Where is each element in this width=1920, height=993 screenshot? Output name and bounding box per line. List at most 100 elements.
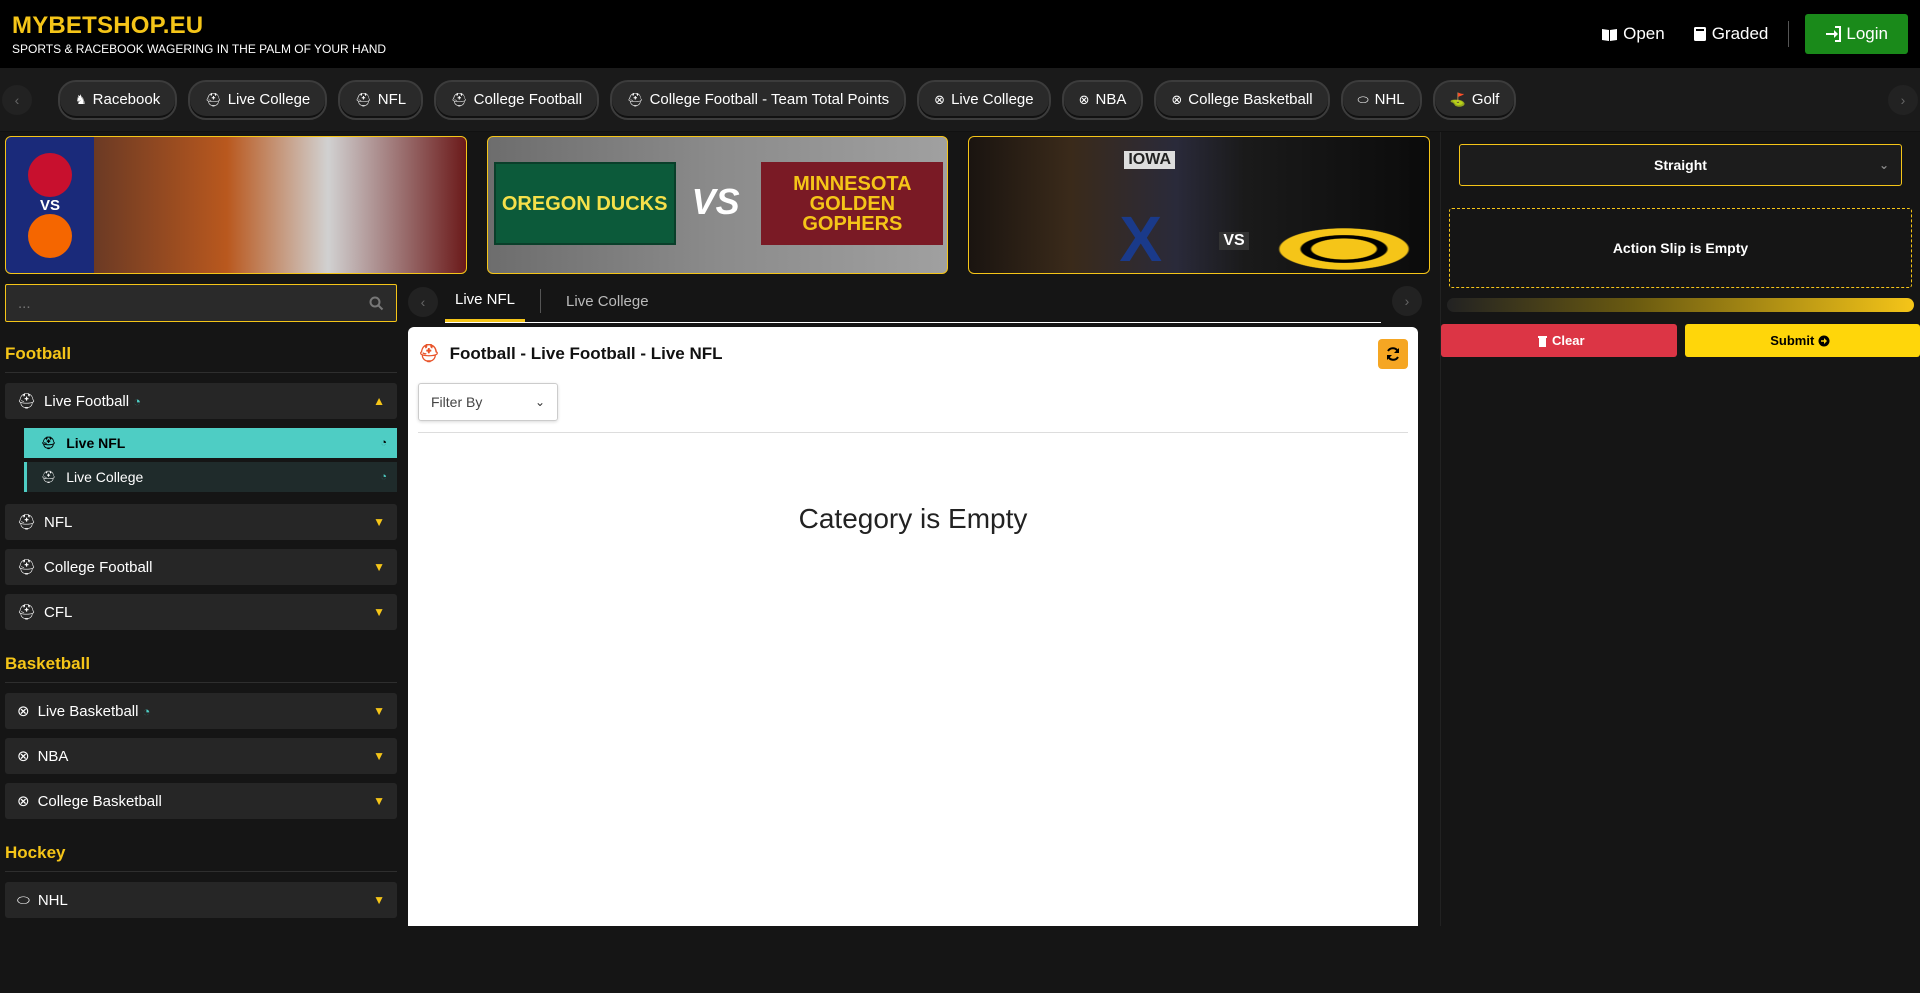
- sidebar-search: [5, 284, 397, 322]
- chevron-down-icon: ⌄: [1878, 158, 1889, 172]
- basketball-icon: ⊗: [17, 748, 30, 765]
- tabs-prev-button[interactable]: ‹: [408, 286, 438, 317]
- content-column: ‹ Live NFL Live College › ⛑ Football - L…: [403, 274, 1428, 993]
- sidebar-item-cfl[interactable]: ⛑ CFL ▼: [5, 594, 397, 630]
- chip-live-college-basketball[interactable]: ⊗ Live College: [917, 79, 1051, 120]
- chip-label: NFL: [377, 91, 407, 108]
- live-indicator-icon: ◔: [380, 437, 387, 449]
- chevron-up-icon: ▲: [373, 394, 385, 408]
- panel-title: Football - Live Football - Live NFL: [449, 344, 723, 363]
- clear-button[interactable]: Clear: [1441, 324, 1677, 357]
- sidebar-item-label: NFL: [44, 513, 73, 531]
- banner-vs-label: VS: [691, 181, 740, 222]
- sidebar-item-college-basketball[interactable]: ⊗ College Basketball ▼: [5, 783, 397, 819]
- tab-divider: [540, 289, 542, 313]
- xavier-logo: X: [1119, 203, 1163, 274]
- chip-college-football[interactable]: ⛑ College Football: [434, 79, 600, 120]
- empty-category-message: Category is Empty: [798, 503, 1028, 534]
- chevron-down-icon: ▼: [373, 515, 385, 529]
- sidebar-item-nhl[interactable]: ⬭ NHL ▼: [5, 882, 397, 918]
- football-helmet-icon: ⛑: [418, 344, 440, 363]
- chevron-down-icon: ⌄: [534, 395, 545, 409]
- search-icon[interactable]: [369, 296, 384, 311]
- golf-icon: ⛳: [1449, 91, 1466, 107]
- sidebar-section-basketball: Basketball: [5, 654, 397, 683]
- slip-progress-bar: [1447, 298, 1914, 312]
- basketball-icon: ⊗: [17, 793, 30, 810]
- banner-team-oregon: OREGON DUCKS: [493, 162, 676, 245]
- chevron-down-icon: ▼: [373, 560, 385, 574]
- login-label: Login: [1846, 24, 1888, 43]
- brand-subtitle: SPORTS & RACEBOOK WAGERING IN THE PALM O…: [12, 41, 387, 56]
- sidebar-section-hockey: Hockey: [5, 843, 397, 872]
- sidebar-item-label: College Football: [44, 558, 153, 576]
- sidebar-item-label: Live Basketball: [37, 702, 139, 720]
- basketball-icon: ⊗: [1171, 91, 1183, 107]
- tab-live-college[interactable]: Live College: [556, 280, 659, 322]
- chevron-down-icon: ▼: [373, 704, 385, 718]
- sports-nav-next-button[interactable]: ›: [1888, 85, 1918, 115]
- promo-banner-xavier-iowa[interactable]: IOWA X VS: [968, 136, 1431, 274]
- chip-label: College Football - Team Total Points: [649, 91, 890, 108]
- submit-button[interactable]: Submit: [1684, 324, 1920, 357]
- main-area: VS OREGON DUCKS VS MINNESOTA GOLDEN GOPH…: [0, 132, 1920, 993]
- filter-by-label: Filter By: [431, 394, 483, 410]
- trash-icon: [1537, 335, 1547, 347]
- sports-chip-list: ♞ Racebook ⛑ Live College ⛑ NFL ⛑ College Fo…: [58, 79, 1527, 120]
- tabs-next-button[interactable]: ›: [1392, 286, 1422, 316]
- football-helmet-icon: ⛑: [17, 559, 37, 576]
- chip-label: Racebook: [92, 91, 161, 108]
- filter-by-select[interactable]: Filter By ⌄: [418, 383, 558, 421]
- football-helmet-icon: ⛑: [41, 436, 57, 450]
- bet-type-select[interactable]: Straight ⌄: [1459, 144, 1902, 186]
- clear-label: Clear: [1551, 333, 1585, 348]
- chip-nba[interactable]: ⊗ NBA: [1061, 79, 1144, 120]
- basketball-icon: ⊗: [17, 703, 30, 720]
- chip-college-basketball[interactable]: ⊗ College Basketball: [1154, 79, 1330, 120]
- graded-bets-label: Graded: [1711, 24, 1769, 43]
- header-actions: Open Graded Login: [1601, 14, 1908, 54]
- open-bets-link[interactable]: Open: [1601, 24, 1665, 44]
- banner-team-logos: VS: [6, 137, 94, 273]
- chip-label: Live College: [951, 91, 1034, 108]
- football-helmet-icon: ⛑: [17, 514, 37, 531]
- chip-college-football-team-totals[interactable]: ⛑ College Football - Team Total Points: [610, 79, 907, 120]
- sign-in-icon: [1826, 26, 1842, 42]
- sidebar-item-college-football[interactable]: ⛑ College Football ▼: [5, 549, 397, 585]
- brand-title[interactable]: MYBETSHOP.EU: [12, 12, 386, 39]
- sidebar-item-label: College Basketball: [37, 792, 162, 810]
- hockey-puck-icon: ⬭: [17, 891, 30, 909]
- submit-label: Submit: [1770, 333, 1815, 348]
- sidebar-subitem-live-nfl[interactable]: ⛑ Live NFL ◔: [24, 428, 397, 458]
- chip-live-college-football[interactable]: ⛑ Live College: [188, 79, 328, 120]
- tab-live-nfl[interactable]: Live NFL: [445, 280, 526, 322]
- sports-nav-prev-button[interactable]: ‹: [2, 85, 32, 115]
- sports-sidebar: Football ⛑Live Football◔ ▲ ⛑Live NFL ◔ ⛑…: [0, 274, 403, 993]
- sidebar-item-nfl[interactable]: ⛑ NFL ▼: [5, 504, 397, 540]
- sidebar-subitem-label: Live College: [66, 469, 144, 485]
- sidebar-item-nba[interactable]: ⊗ NBA ▼: [5, 738, 397, 774]
- sidebar-search-input[interactable]: [18, 294, 318, 312]
- banner-vs-label: VS: [39, 196, 60, 214]
- sidebar-item-live-basketball[interactable]: ⊗ Live Basketball ◔ ▼: [5, 693, 397, 729]
- header-divider: [1788, 21, 1790, 47]
- promo-banner-louisville-clemson[interactable]: VS: [5, 136, 467, 274]
- login-button[interactable]: Login: [1805, 14, 1908, 54]
- graded-bets-link[interactable]: Graded: [1693, 24, 1769, 44]
- football-helmet-icon: ⛑: [451, 91, 468, 107]
- sidebar-subitem-live-college[interactable]: ⛑ Live College ◔: [24, 462, 397, 492]
- brand[interactable]: MYBETSHOP.EU SPORTS & RACEBOOK WAGERING …: [12, 12, 387, 56]
- chip-racebook[interactable]: ♞ Racebook: [58, 79, 178, 120]
- promo-banner-oregon-minnesota[interactable]: OREGON DUCKS VS MINNESOTA GOLDEN GOPHERS: [486, 136, 949, 274]
- banner-team-minnesota: MINNESOTA GOLDEN GOPHERS: [761, 162, 944, 245]
- basketball-icon: ⊗: [1078, 91, 1090, 107]
- chip-nfl[interactable]: ⛑ NFL: [338, 79, 424, 120]
- chip-golf[interactable]: ⛳ Golf: [1432, 79, 1517, 120]
- action-slip-empty: Action Slip is Empty: [1449, 208, 1912, 288]
- chevron-down-icon: ▼: [373, 605, 385, 619]
- league-tabs: Live NFL Live College: [445, 280, 1381, 323]
- chip-label: College Football: [473, 91, 583, 108]
- sidebar-item-live-football[interactable]: ⛑ Live Football ◔ ▲: [5, 383, 397, 419]
- chip-nhl[interactable]: ⬭ NHL: [1340, 79, 1422, 120]
- refresh-button[interactable]: [1378, 339, 1408, 369]
